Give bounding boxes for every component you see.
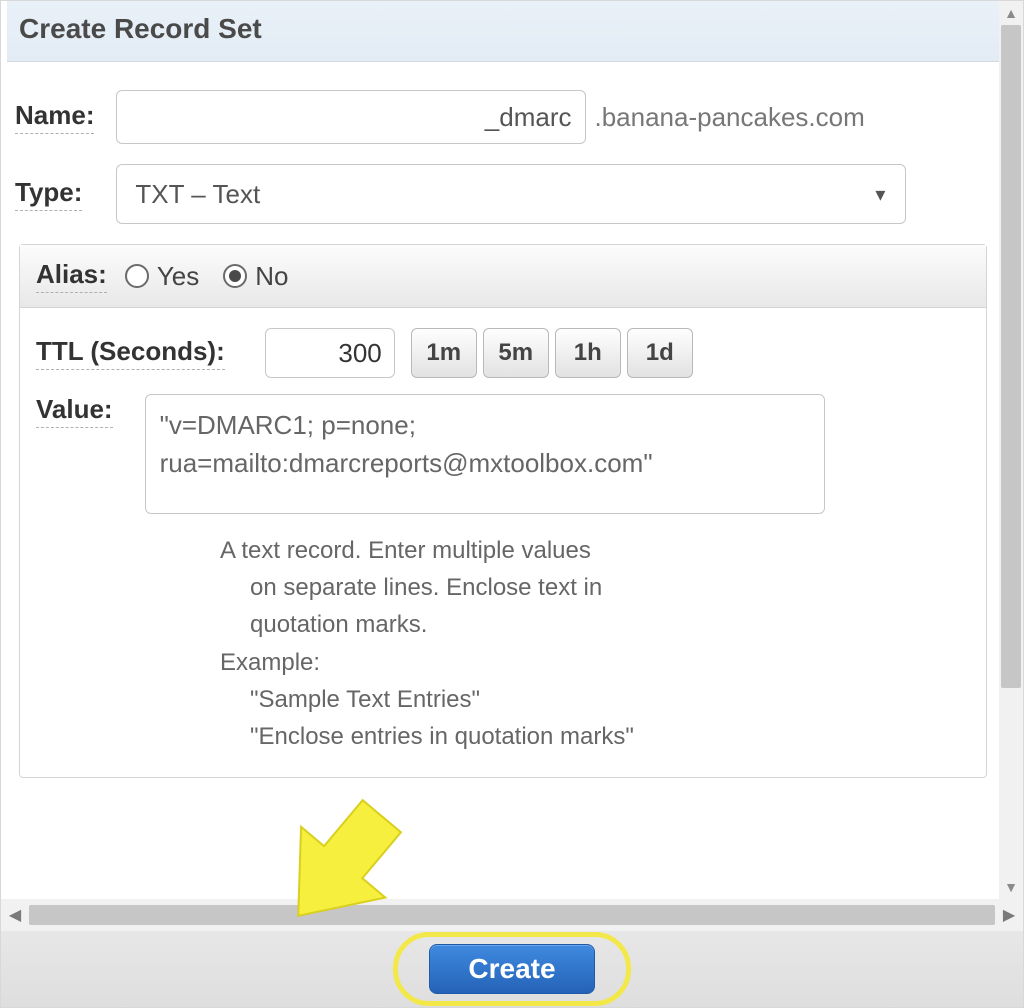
- panel-title: Create Record Set: [19, 13, 987, 45]
- ttl-row: TTL (Seconds): 1m 5m 1h 1d: [20, 308, 986, 388]
- create-button[interactable]: Create: [429, 944, 594, 994]
- horizontal-scrollbar[interactable]: ◀ ▶: [1, 899, 1023, 931]
- ttl-preset-5m[interactable]: 5m: [483, 328, 549, 378]
- radio-icon: [125, 264, 149, 288]
- ttl-preset-1m[interactable]: 1m: [411, 328, 477, 378]
- help-example-label: Example:: [220, 649, 320, 676]
- value-row: Value:: [20, 388, 986, 532]
- alias-yes-radio[interactable]: Yes: [125, 261, 199, 292]
- alias-bar: Alias: Yes No: [20, 245, 986, 308]
- ttl-input[interactable]: [265, 328, 395, 378]
- name-row: Name: .banana-pancakes.com: [15, 90, 991, 144]
- value-help-text: A text record. Enter multiple values on …: [20, 532, 986, 777]
- record-settings-panel: Alias: Yes No TTL (Seconds): 1m 5m 1: [19, 244, 987, 778]
- help-line: A text record. Enter multiple values: [220, 537, 591, 564]
- scroll-down-icon[interactable]: ▼: [999, 875, 1023, 899]
- radio-icon: [223, 264, 247, 288]
- type-label: Type:: [15, 177, 82, 211]
- scroll-track[interactable]: [29, 903, 995, 927]
- help-example: "Enclose entries in quotation marks": [220, 718, 970, 755]
- domain-suffix: .banana-pancakes.com: [594, 102, 864, 133]
- create-button-highlight: Create: [429, 944, 594, 994]
- ttl-preset-1d[interactable]: 1d: [627, 328, 693, 378]
- value-textarea[interactable]: [145, 394, 825, 514]
- window: Create Record Set Name: .banana-pancakes…: [0, 0, 1024, 1008]
- value-label: Value:: [36, 394, 113, 428]
- help-example: "Sample Text Entries": [220, 681, 970, 718]
- scroll-thumb[interactable]: [1001, 25, 1021, 688]
- scroll-up-icon[interactable]: ▲: [999, 1, 1023, 25]
- type-select[interactable]: TXT – Text ▾: [116, 164, 906, 224]
- alias-yes-label: Yes: [157, 261, 199, 292]
- scroll-thumb[interactable]: [29, 905, 995, 925]
- chevron-down-icon: ▾: [875, 182, 885, 207]
- name-label: Name:: [15, 100, 94, 134]
- title-bar: Create Record Set: [7, 1, 999, 62]
- help-line: on separate lines. Enclose text in: [220, 569, 970, 606]
- ttl-preset-1h[interactable]: 1h: [555, 328, 621, 378]
- vertical-scrollbar[interactable]: ▲ ▼: [999, 1, 1023, 899]
- type-select-value: TXT – Text: [135, 179, 260, 210]
- scroll-track[interactable]: [999, 25, 1023, 875]
- form-area: Name: .banana-pancakes.com Type: TXT – T…: [7, 62, 999, 778]
- scroll-right-icon[interactable]: ▶: [995, 899, 1023, 931]
- footer-bar: Create: [1, 931, 1023, 1007]
- help-line: quotation marks.: [220, 606, 970, 643]
- alias-label: Alias:: [36, 259, 107, 293]
- name-input[interactable]: [116, 90, 586, 144]
- alias-no-radio[interactable]: No: [223, 261, 288, 292]
- form-pane: Create Record Set Name: .banana-pancakes…: [7, 1, 999, 899]
- type-row: Type: TXT – Text ▾: [15, 164, 991, 224]
- ttl-label: TTL (Seconds):: [36, 336, 225, 370]
- scroll-left-icon[interactable]: ◀: [1, 899, 29, 931]
- alias-no-label: No: [255, 261, 288, 292]
